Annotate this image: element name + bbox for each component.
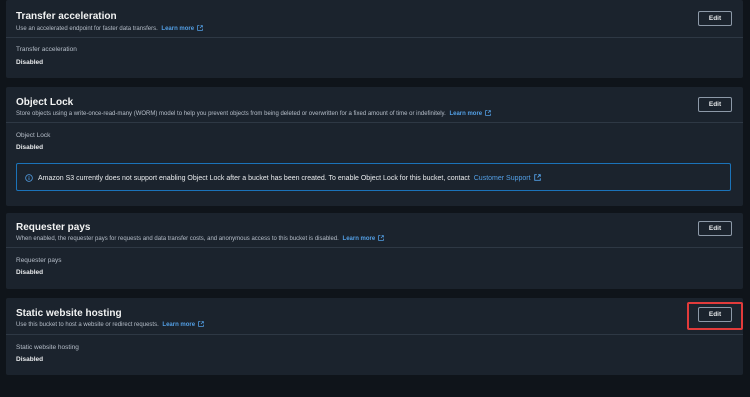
learn-more-label: Learn more	[161, 26, 195, 32]
divider	[6, 37, 743, 38]
property-value: Disabled	[16, 269, 44, 276]
learn-more-link[interactable]: Learn more	[162, 321, 204, 328]
panel-description: When enabled, the requester pays for req…	[16, 235, 385, 242]
info-message: Amazon S3 currently does not support ena…	[38, 175, 470, 182]
learn-more-link[interactable]: Learn more	[342, 235, 385, 242]
property-label: Transfer acceleration	[16, 46, 77, 53]
info-icon	[25, 174, 33, 182]
panel-title: Object Lock	[16, 97, 74, 108]
static-website-hosting-panel: Static website hosting Use this bucket t…	[6, 298, 743, 375]
description-text: Use an accelerated endpoint for faster d…	[16, 26, 158, 32]
edit-requester-pays-button[interactable]: Edit	[698, 221, 732, 236]
panel-title: Static website hosting	[16, 308, 122, 319]
property-label: Object Lock	[16, 132, 51, 139]
property-label: Requester pays	[16, 257, 62, 264]
divider	[6, 122, 743, 123]
panel-description: Use this bucket to host a website or red…	[16, 321, 204, 328]
customer-support-label: Customer Support	[473, 175, 531, 182]
external-link-icon	[197, 25, 203, 31]
edit-transfer-acceleration-button[interactable]: Edit	[698, 11, 732, 26]
info-alert: Amazon S3 currently does not support ena…	[16, 163, 731, 191]
requester-pays-panel: Requester pays When enabled, the request…	[6, 213, 743, 289]
learn-more-label: Learn more	[449, 111, 483, 117]
property-label: Static website hosting	[16, 344, 79, 351]
learn-more-label: Learn more	[162, 322, 196, 328]
property-value: Disabled	[16, 59, 44, 66]
divider	[6, 247, 743, 248]
panel-description: Use an accelerated endpoint for faster d…	[16, 25, 203, 32]
external-link-icon	[378, 235, 385, 241]
panel-title: Transfer acceleration	[16, 11, 117, 22]
property-value: Disabled	[16, 356, 44, 363]
divider	[6, 334, 743, 335]
panel-title: Requester pays	[16, 222, 91, 233]
learn-more-link[interactable]: Learn more	[161, 25, 203, 32]
external-link-icon	[485, 110, 491, 116]
description-text: Store objects using a write-once-read-ma…	[16, 111, 446, 117]
learn-more-label: Learn more	[342, 236, 376, 242]
panel-description: Store objects using a write-once-read-ma…	[16, 110, 491, 117]
external-link-icon	[198, 321, 204, 327]
edit-object-lock-button[interactable]: Edit	[698, 97, 732, 112]
highlight-box	[687, 302, 743, 330]
property-value: Disabled	[16, 144, 44, 151]
properties-page: Transfer acceleration Use an accelerated…	[0, 0, 750, 397]
customer-support-link[interactable]: Customer Support	[473, 174, 541, 182]
description-text: When enabled, the requester pays for req…	[16, 236, 339, 242]
info-alert-text: Amazon S3 currently does not support ena…	[38, 174, 541, 182]
learn-more-link[interactable]: Learn more	[449, 110, 491, 117]
external-link-icon	[533, 174, 541, 181]
object-lock-panel: Object Lock Store objects using a write-…	[6, 87, 743, 206]
transfer-acceleration-panel: Transfer acceleration Use an accelerated…	[6, 0, 743, 78]
description-text: Use this bucket to host a website or red…	[16, 322, 159, 328]
